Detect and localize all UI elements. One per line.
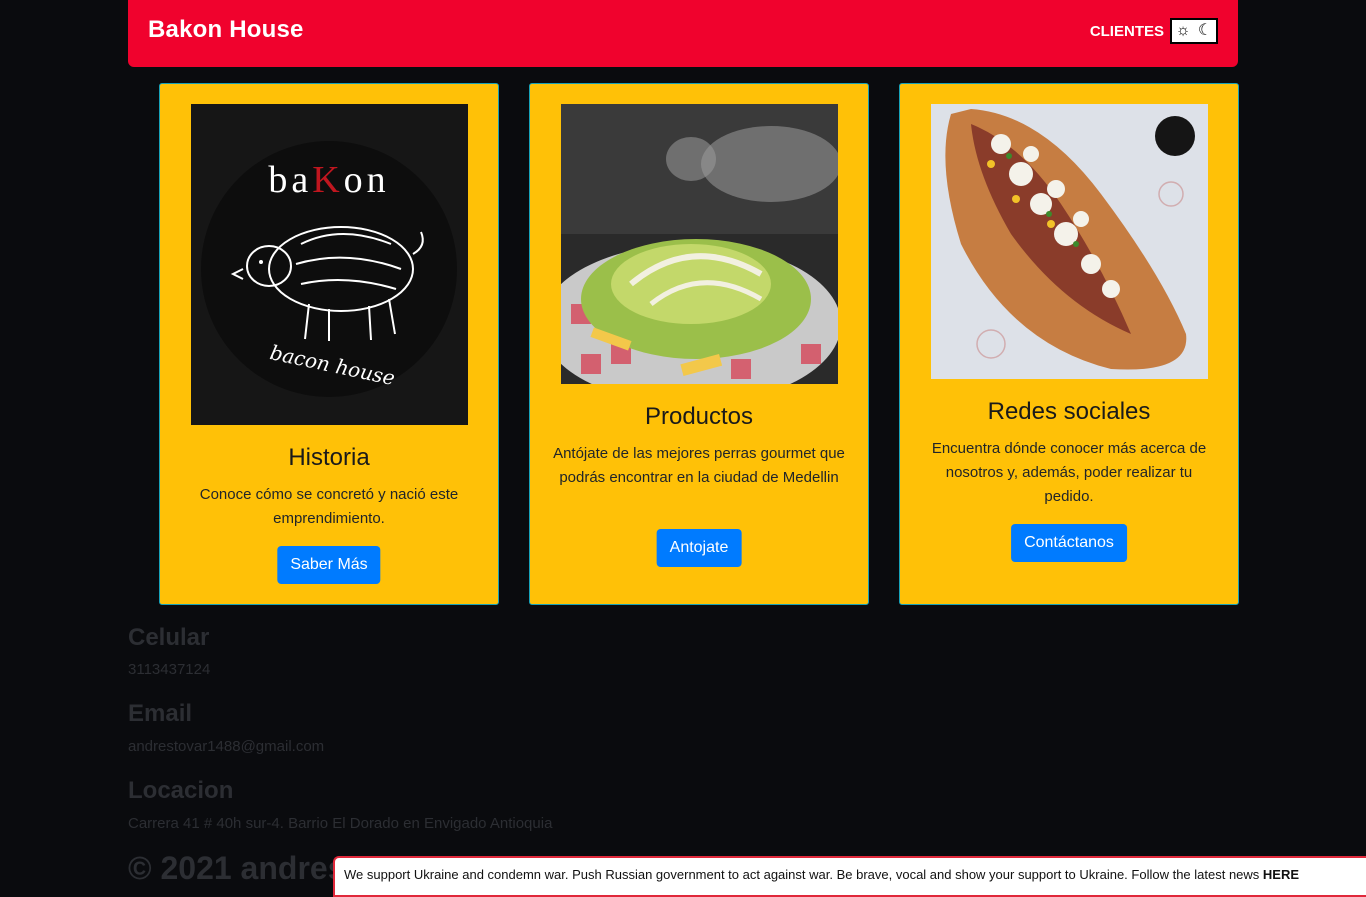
card-text: Encuentra dónde conocer más acerca de no… <box>931 440 1207 505</box>
location-label: Locacion <box>128 777 234 804</box>
copyright: © 2021 andres <box>128 850 346 886</box>
card-title: Historia <box>288 444 370 471</box>
ukraine-banner: We support Ukraine and condemn war. Push… <box>333 856 1366 897</box>
loaded-fries-image <box>561 104 838 384</box>
card-title: Productos <box>644 403 754 430</box>
nav-link-clientes[interactable]: CLIENTES <box>1090 23 1164 40</box>
navbar-right: CLIENTES ☼ ☾ <box>1090 18 1218 44</box>
card-title: Redes sociales <box>987 398 1151 425</box>
phone-label: Celular <box>128 624 210 651</box>
sun-icon[interactable]: ☼ <box>1176 23 1191 39</box>
banner-text: We support Ukraine and condemn war. Push… <box>344 867 1263 882</box>
email-label: Email <box>128 700 193 727</box>
card-productos: Productos Antójate de las mejores perras… <box>529 83 869 605</box>
phone-value: 3113437124 <box>128 661 211 678</box>
saber-mas-button[interactable]: Saber Más <box>277 546 381 584</box>
contactanos-button[interactable]: Contáctanos <box>1011 524 1127 562</box>
email-value[interactable]: andrestovar1488@gmail.com <box>128 738 324 755</box>
navbar: Bakon House CLIENTES ☼ ☾ <box>128 0 1238 67</box>
location-value: Carrera 41 # 40h sur-4. Barrio El Dorado… <box>128 815 553 832</box>
card-text: Conoce cómo se concretó y nació este emp… <box>199 486 459 527</box>
svg-text:baKon: baKon <box>268 159 389 201</box>
card-text: Antójate de las mejores perras gourmet q… <box>553 445 845 486</box>
hotdog-image <box>931 104 1208 379</box>
brand-title[interactable]: Bakon House <box>148 16 304 44</box>
banner-link[interactable]: HERE <box>1263 867 1299 882</box>
theme-toggle[interactable]: ☼ ☾ <box>1170 18 1218 44</box>
antojate-button[interactable]: Antojate <box>656 529 742 567</box>
card-redes-sociales: Redes sociales Encuentra dónde conocer m… <box>899 83 1239 605</box>
moon-icon[interactable]: ☾ <box>1198 23 1212 39</box>
bakon-logo-image: baKon bacon house <box>191 104 468 425</box>
card-historia: baKon bacon house Historia Conoce cómo s… <box>159 83 499 605</box>
